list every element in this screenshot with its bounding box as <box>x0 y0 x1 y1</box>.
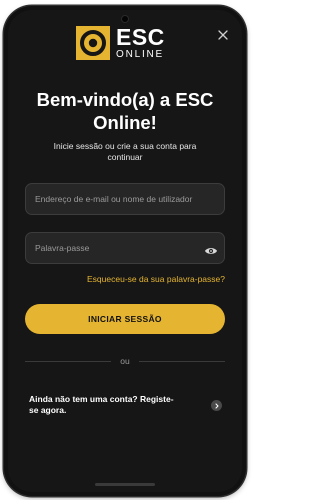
logo-tagline: ONLINE <box>116 49 165 60</box>
chevron-right-icon <box>211 400 222 411</box>
welcome-subtitle: Inicie sessão ou crie a sua conta para c… <box>53 141 197 162</box>
phone-frame: ESC ONLINE Bem-vindo(a) a ESC Online! In… <box>4 6 246 496</box>
eye-icon <box>205 248 217 254</box>
or-divider: ou <box>25 356 225 366</box>
email-input[interactable] <box>26 184 224 214</box>
divider-line-right <box>138 360 225 362</box>
front-camera <box>122 16 128 22</box>
logo-brand-name: ESC <box>116 24 165 50</box>
logo-wordmark: ESC ONLINE <box>116 26 165 60</box>
close-icon <box>218 30 228 40</box>
home-indicator <box>95 483 155 486</box>
divider-line-left <box>25 360 112 362</box>
password-field[interactable] <box>25 232 225 264</box>
login-button[interactable]: INICIAR SESSÃO <box>25 304 225 334</box>
logo-mark-icon <box>76 26 110 60</box>
show-password-toggle[interactable] <box>204 243 218 254</box>
forgot-password-link[interactable]: Esqueceu-se da sua palavra-passe? <box>87 274 225 284</box>
esc-online-logo: ESC ONLINE <box>76 26 165 60</box>
login-screen: ESC ONLINE Bem-vindo(a) a ESC Online! In… <box>8 10 242 492</box>
divider-label: ou <box>120 356 130 366</box>
register-text: Ainda não tem uma conta? Registe-se agor… <box>29 394 174 415</box>
register-link[interactable]: Ainda não tem uma conta? Registe-se agor… <box>29 394 225 416</box>
email-field[interactable] <box>25 183 225 215</box>
password-input[interactable] <box>26 233 224 263</box>
close-button[interactable] <box>216 28 230 42</box>
welcome-title: Bem-vindo(a) a ESC Online! <box>36 89 214 133</box>
